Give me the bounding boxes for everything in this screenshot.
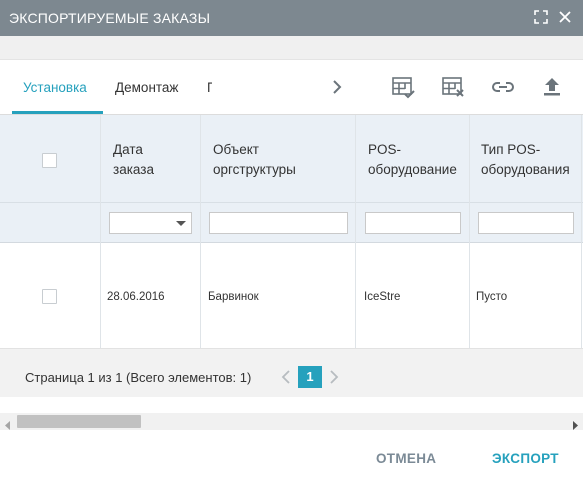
cell-org-object: Барвинок [208,291,259,303]
tab-dismantle[interactable]: Демонтаж [115,80,178,95]
maximize-icon[interactable] [533,9,549,25]
link-icon[interactable] [490,74,516,100]
upload-icon[interactable] [539,74,565,100]
scrollbar-thumb[interactable] [17,415,141,428]
cancel-button[interactable]: ОТМЕНА [376,451,436,466]
select-all-checkbox[interactable] [42,153,57,168]
cell-date: 28.06.2016 [107,291,165,303]
table-delete-icon[interactable] [440,74,466,100]
chevron-left-icon[interactable] [281,370,291,384]
close-icon[interactable] [557,9,573,25]
row-checkbox[interactable] [42,289,57,304]
pager-info: Страница 1 из 1 (Всего элементов: 1) [25,370,252,385]
tab-bar: Установка Демонтаж Г [0,60,583,115]
chevron-down-icon[interactable] [176,221,186,226]
orders-grid: Дата заказа Объект оргструктуры POS- обо… [0,115,583,348]
column-header-pos-type[interactable]: Тип POS- оборудования [481,140,570,180]
page-button-current[interactable]: 1 [298,366,322,388]
column-header-pos[interactable]: POS- оборудование [368,140,457,180]
scroll-right-icon[interactable] [571,417,579,430]
column-header-date[interactable]: Дата заказа [113,140,154,180]
table-check-icon[interactable] [390,74,416,100]
active-tab-indicator [12,111,103,114]
dialog-titlebar: ЭКСПОРТИРУЕМЫЕ ЗАКАЗЫ [0,0,583,36]
tab-clipped[interactable]: Г [207,80,212,96]
horizontal-scrollbar[interactable] [0,413,583,430]
chevron-right-icon[interactable] [330,79,344,95]
column-header-org-object[interactable]: Объект оргструктуры [213,140,296,180]
tab-install[interactable]: Установка [23,80,87,95]
dialog-title: ЭКСПОРТИРУЕМЫЕ ЗАКАЗЫ [9,10,211,26]
chevron-right-icon[interactable] [329,370,339,384]
pager: Страница 1 из 1 (Всего элементов: 1) 1 [0,348,583,397]
pos-type-filter-input[interactable] [478,212,574,234]
scroll-left-icon[interactable] [4,417,12,430]
date-filter-select[interactable] [109,212,192,234]
pos-filter-input[interactable] [365,212,461,234]
cell-pos-type: Пусто [476,291,508,303]
dialog-header-strip [0,36,583,60]
org-object-filter-input[interactable] [209,212,348,234]
export-button[interactable]: ЭКСПОРТ [492,451,559,466]
cell-pos: IceStre [364,291,401,303]
